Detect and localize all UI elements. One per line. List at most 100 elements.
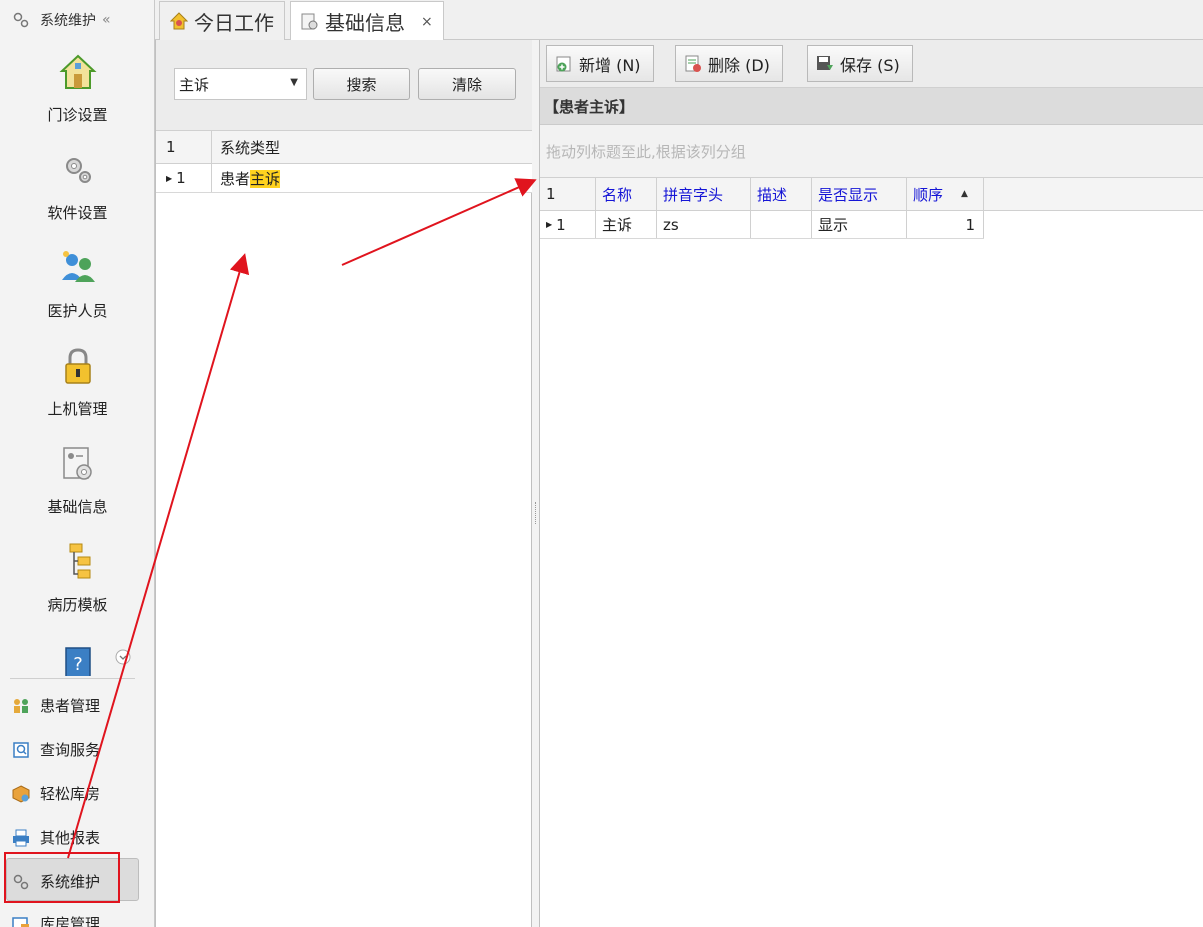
row-number-header: 1 <box>156 131 212 163</box>
save-button-label: 保存 (S) <box>840 55 900 75</box>
column-header-pinyin[interactable]: 拼音字头 <box>657 178 751 210</box>
nav-item-storage-management[interactable]: 库房管理 <box>12 913 100 927</box>
lock-icon <box>64 348 91 384</box>
search-area: 主诉 ▼ 搜索 清除 <box>156 40 532 130</box>
column-header-order[interactable]: 顺序 ▲ <box>907 178 984 210</box>
help-book-icon: ? <box>64 647 91 676</box>
save-icon <box>817 55 833 70</box>
nav-item-label: 库房管理 <box>40 915 101 927</box>
staff-icon <box>61 251 95 282</box>
nav-item-medical-staff[interactable]: 医护人员 <box>0 248 155 321</box>
left-nav: 系统维护 « 门诊设置 软件设置 医护人员 上机管理 基础信息 病历模板 ? 患… <box>0 0 155 927</box>
chevron-down-icon[interactable] <box>115 649 131 665</box>
nav-item-help[interactable]: ? <box>0 640 155 676</box>
storage-icon <box>12 916 29 927</box>
row-text: 患者 <box>220 169 251 188</box>
add-button-label: 新增 (N) <box>579 55 641 75</box>
add-icon <box>556 56 571 71</box>
home-icon <box>58 54 97 89</box>
gear-icon <box>13 12 29 28</box>
row-indicator-icon: ▶ <box>546 220 553 229</box>
box-icon <box>12 784 30 803</box>
nav-item-basic-info[interactable]: 基础信息 <box>0 444 155 517</box>
column-header-description[interactable]: 描述 <box>751 178 812 210</box>
annotation-highlight-box <box>4 852 120 903</box>
panel-splitter[interactable] <box>532 40 540 927</box>
dropdown-arrow-icon[interactable]: ▼ <box>290 77 298 88</box>
row-number: 1 <box>176 169 186 187</box>
settings-icon <box>301 13 318 29</box>
printer-icon <box>13 829 29 846</box>
query-icon <box>13 741 29 758</box>
nav-divider <box>10 678 135 679</box>
nav-item-record-templates[interactable]: 病历模板 <box>0 542 155 615</box>
tree-icon <box>69 543 90 579</box>
type-grid-header: 1 系统类型 <box>156 130 532 164</box>
column-header-system-type[interactable]: 系统类型 <box>212 137 280 158</box>
gears-icon <box>65 158 91 183</box>
add-button[interactable]: 新增 (N) <box>546 45 654 82</box>
row-number-cell: ▶ 1 <box>156 164 212 192</box>
column-header-order-label: 顺序 <box>913 185 944 204</box>
sort-ascending-icon: ▲ <box>961 189 968 199</box>
nav-item-login-management[interactable]: 上机管理 <box>0 346 155 419</box>
nav-item-label: 病历模板 <box>47 596 108 614</box>
tab-basic-info[interactable]: 基础信息 × <box>290 1 444 41</box>
detail-panel: 新增 (N) 删除 (D) 保存 (S) 【患者主诉】 拖动列标题至此,根据该列… <box>540 40 1203 927</box>
splitter-grip[interactable] <box>535 502 537 524</box>
tab-label: 基础信息 <box>325 11 405 35</box>
clear-button[interactable]: 清除 <box>418 68 516 100</box>
app-root: 系统维护 « 门诊设置 软件设置 医护人员 上机管理 基础信息 病历模板 ? 患… <box>0 0 1203 927</box>
nav-item-label: 轻松库房 <box>40 785 101 803</box>
tab-today-work[interactable]: 今日工作 <box>159 1 285 40</box>
nav-item-label: 软件设置 <box>47 204 108 222</box>
nav-item-other-reports[interactable]: 其他报表 <box>12 827 100 848</box>
collapse-icon[interactable]: « <box>102 12 111 28</box>
nav-item-patient-management[interactable]: 患者管理 <box>12 695 100 716</box>
nav-header[interactable]: 系统维护 « <box>0 0 155 40</box>
nav-item-label: 查询服务 <box>40 741 101 759</box>
column-header-visible[interactable]: 是否显示 <box>812 178 907 210</box>
system-type-cell: 患者主诉 <box>212 168 281 189</box>
nav-header-label: 系统维护 <box>40 13 96 29</box>
nav-item-label: 医护人员 <box>47 302 108 320</box>
nav-item-label: 基础信息 <box>47 498 108 516</box>
column-header-name[interactable]: 名称 <box>596 178 657 210</box>
section-title: 【患者主诉】 <box>540 88 1203 125</box>
pinyin-cell[interactable]: zs <box>657 211 751 238</box>
row-number-header: 1 <box>540 178 596 210</box>
nav-item-label: 其他报表 <box>40 829 101 847</box>
delete-button-label: 删除 (D) <box>708 55 770 75</box>
row-indicator-icon: ▶ <box>166 173 173 183</box>
table-row[interactable]: ▶ 1 主诉 zs 显示 1 <box>540 211 984 239</box>
search-button[interactable]: 搜索 <box>313 68 410 100</box>
type-select[interactable]: 主诉 ▼ <box>174 68 307 100</box>
toolbar: 新增 (N) 删除 (D) 保存 (S) <box>540 40 1203 88</box>
close-icon[interactable]: × <box>421 14 433 30</box>
nav-item-label: 门诊设置 <box>47 106 108 124</box>
delete-button[interactable]: 删除 (D) <box>675 45 783 82</box>
table-row[interactable]: ▶ 1 患者主诉 <box>156 164 532 193</box>
tab-strip: 今日工作 基础信息 × <box>155 0 1203 41</box>
settings-doc-icon <box>62 447 92 480</box>
group-by-area[interactable]: 拖动列标题至此,根据该列分组 <box>540 125 1203 177</box>
work-icon <box>170 12 188 30</box>
nav-item-easy-warehouse[interactable]: 轻松库房 <box>12 783 100 804</box>
type-select-value: 主诉 <box>179 75 210 94</box>
nav-item-label: 患者管理 <box>40 697 101 715</box>
detail-grid-header: 1 名称 拼音字头 描述 是否显示 顺序 ▲ <box>540 177 1203 211</box>
nav-item-clinic-settings[interactable]: 门诊设置 <box>0 52 155 125</box>
row-number: 1 <box>556 215 566 234</box>
svg-text:?: ? <box>73 654 83 675</box>
nav-item-query-service[interactable]: 查询服务 <box>12 739 100 760</box>
type-list-panel: 主诉 ▼ 搜索 清除 1 系统类型 ▶ 1 患者主诉 <box>155 40 532 927</box>
description-cell[interactable] <box>751 211 812 238</box>
order-cell[interactable]: 1 <box>907 211 984 238</box>
nav-item-software-settings[interactable]: 软件设置 <box>0 150 155 223</box>
save-button[interactable]: 保存 (S) <box>807 45 913 82</box>
visible-cell[interactable]: 显示 <box>812 211 907 238</box>
patients-icon <box>14 698 28 713</box>
name-cell[interactable]: 主诉 <box>596 211 657 238</box>
tab-label: 今日工作 <box>194 10 274 35</box>
nav-item-label: 上机管理 <box>47 400 108 418</box>
